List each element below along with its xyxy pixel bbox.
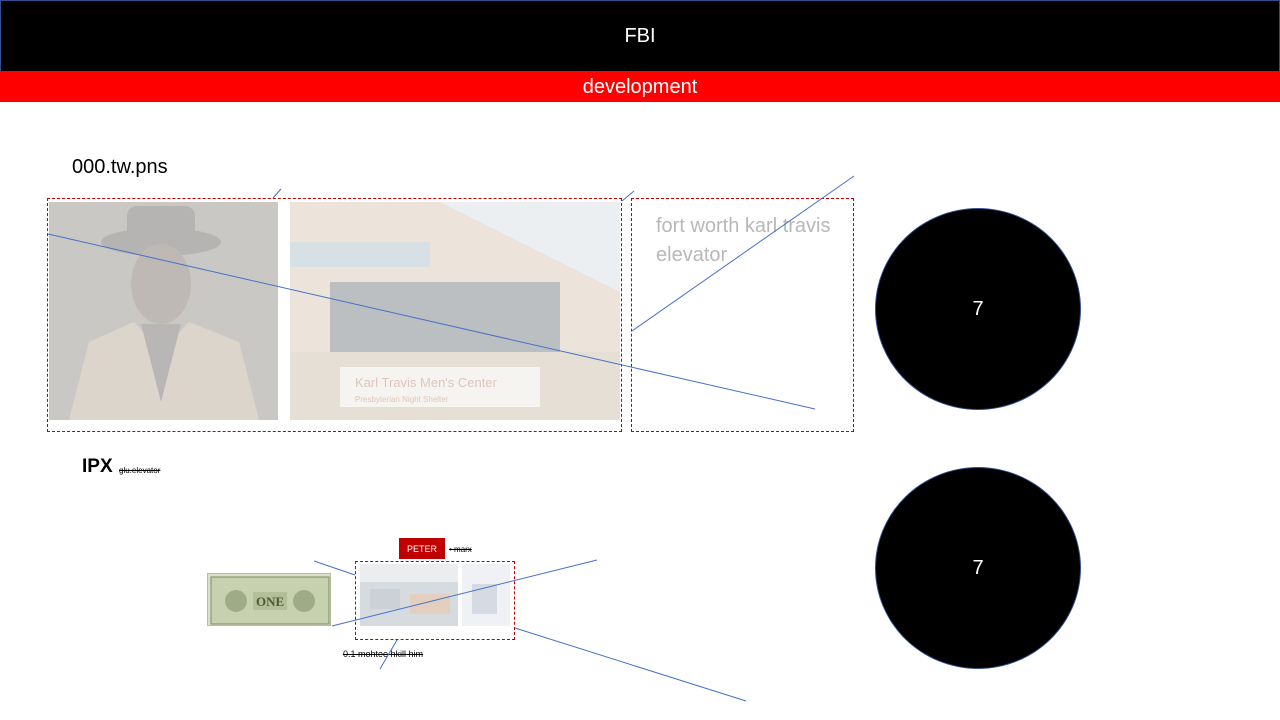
ipx-label: IPX (82, 456, 113, 477)
banknote-figure: ONE (210, 576, 330, 625)
header-title: FBI (624, 24, 656, 47)
section-label: 000.tw.pns (72, 156, 168, 178)
peter-tag-label: PETER (406, 543, 437, 554)
subheader-label: development (582, 75, 698, 98)
header-bar: FBI (0, 0, 1280, 72)
caption-text: fort worth karl travis elevator (656, 215, 831, 266)
subheader-bar: development (0, 72, 1280, 102)
connector-line (272, 188, 282, 199)
ipx-note: glu.elevator (119, 466, 161, 475)
marx-note: • marx (449, 545, 472, 554)
building-photo: Karl Travis Men's Center Presbyterian Ni… (290, 202, 620, 420)
building-figure: Karl Travis Men's Center Presbyterian Ni… (290, 202, 620, 420)
connector-line (514, 627, 747, 702)
office-photo (360, 564, 510, 626)
marx-note-text: marx (454, 545, 472, 554)
office-figure (360, 564, 510, 626)
circle-badge-bottom: 7 (875, 467, 1081, 669)
sign-text-1: Karl Travis Men's Center (355, 375, 498, 390)
banknote-text: ONE (256, 594, 284, 609)
portrait-photo (49, 202, 278, 420)
circle-badge-top: 7 (875, 208, 1081, 410)
sign-text-2: Presbyterian Night Shelter (355, 395, 449, 404)
circle-top-value: 7 (972, 297, 984, 320)
mohtee-caption: 0.1 mohtee hkill him (343, 649, 424, 659)
portrait-figure (49, 202, 278, 420)
banknote-image: ONE (207, 573, 331, 626)
circle-bottom-value: 7 (972, 556, 984, 579)
peter-tag: PETER (399, 538, 445, 559)
